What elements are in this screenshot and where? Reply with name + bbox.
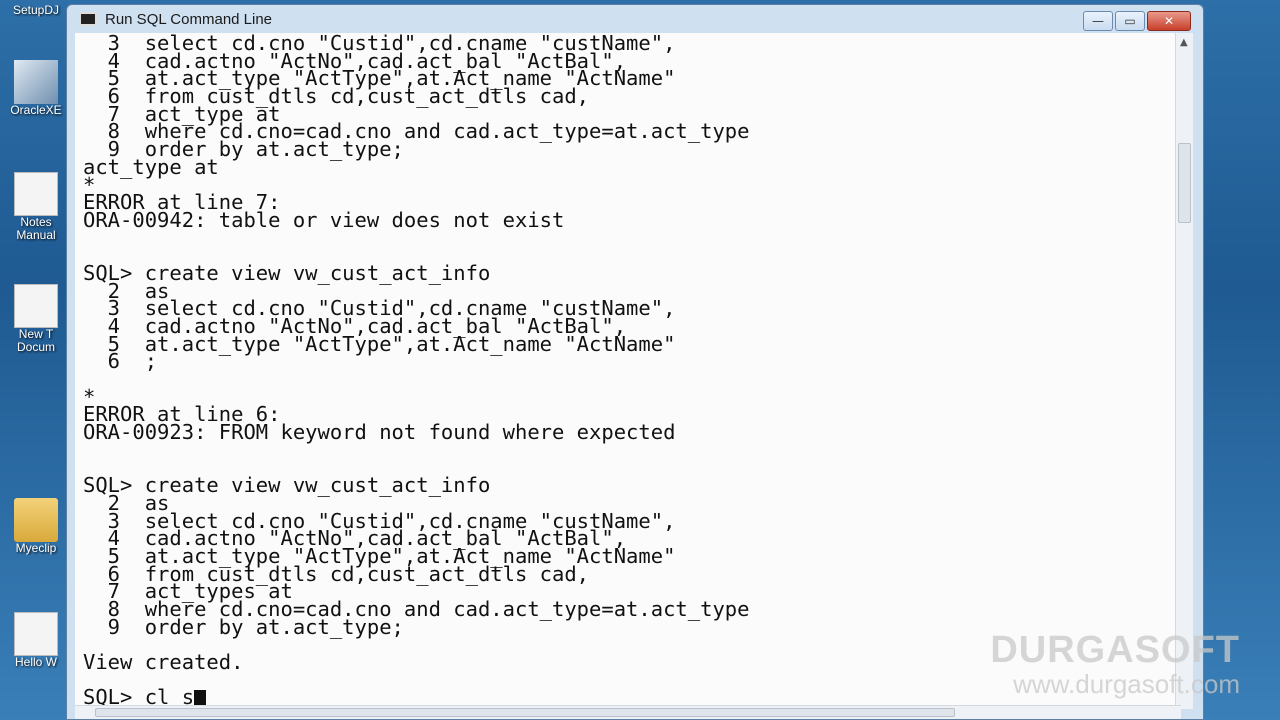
desktop-icon-label: SetupDJ (12, 4, 60, 17)
maximize-button[interactable]: ▭ (1115, 11, 1145, 31)
folder-icon (14, 498, 58, 542)
watermark: DURGASOFT www.durgasoft.com (960, 630, 1240, 698)
vertical-scroll-thumb[interactable] (1178, 143, 1191, 223)
desktop-icon-label: OracleXE (10, 104, 62, 117)
desktop-icon-label: Notes (20, 216, 52, 229)
horizontal-scroll-thumb[interactable] (95, 708, 955, 717)
desktop-icon-label: New T (18, 328, 54, 341)
desktop-icon-new-doc[interactable]: New T Docum (0, 284, 72, 354)
document-icon (14, 612, 58, 656)
window-controls: — ▭ ✕ (1083, 11, 1191, 31)
oracle-icon (14, 60, 58, 104)
title-bar[interactable]: Run SQL Command Line (67, 5, 1203, 33)
watermark-title: DURGASOFT (990, 629, 1240, 671)
desktop-icon-myeclipse[interactable]: Myeclip (0, 498, 72, 555)
desktop-icon-oracle[interactable]: OracleXE (0, 60, 72, 117)
scroll-up-arrow-icon[interactable]: ▲ (1180, 37, 1188, 48)
desktop-icon-notes[interactable]: Notes Manual (0, 172, 72, 242)
minimize-button[interactable]: — (1083, 11, 1113, 31)
desktop-icon-setup[interactable]: SetupDJ (0, 4, 72, 17)
document-icon (14, 284, 58, 328)
desktop-icon-label: Hello W (14, 656, 57, 669)
console-line: ORA-00923: FROM keyword not found where … (83, 420, 676, 445)
console-line: SQL> create view vw_cust_act_info (83, 473, 491, 498)
watermark-url: www.durgasoft.com (1013, 669, 1240, 699)
desktop-icon-label: Myeclip (15, 542, 57, 555)
console-output[interactable]: 3 select cd.cno "Custid",cd.cname "custN… (75, 33, 1181, 709)
console-app-icon (79, 12, 97, 26)
desktop-icon-hello[interactable]: Hello W (0, 612, 72, 669)
console-line: 6 ; (83, 349, 158, 374)
desktop-icon-label: Docum (16, 341, 55, 354)
vertical-scrollbar[interactable]: ▲ (1175, 33, 1193, 709)
notes-icon (14, 172, 58, 216)
console-line: SQL> create view vw_cust_act_info (83, 260, 491, 285)
console-line: 9 order by at.act_type; (83, 137, 404, 162)
console-line: 5 at.act_type "ActType",at.Act_name "Act… (83, 331, 676, 356)
desktop-icon-label: Manual (16, 229, 56, 242)
console-line: ORA-00942: table or view does not exist (83, 207, 565, 232)
desktop-icons: SetupDJ OracleXE Notes Manual New T Docu… (0, 0, 72, 720)
console-lines: 3 select cd.cno "Custid",cd.cname "custN… (75, 33, 1181, 708)
window-title: Run SQL Command Line (105, 10, 273, 28)
sql-command-line-window: Run SQL Command Line — ▭ ✕ 3 select cd.c… (66, 4, 1204, 720)
console-line: act_type at (83, 154, 219, 179)
close-button[interactable]: ✕ (1147, 11, 1191, 31)
horizontal-scrollbar[interactable] (75, 705, 1181, 719)
